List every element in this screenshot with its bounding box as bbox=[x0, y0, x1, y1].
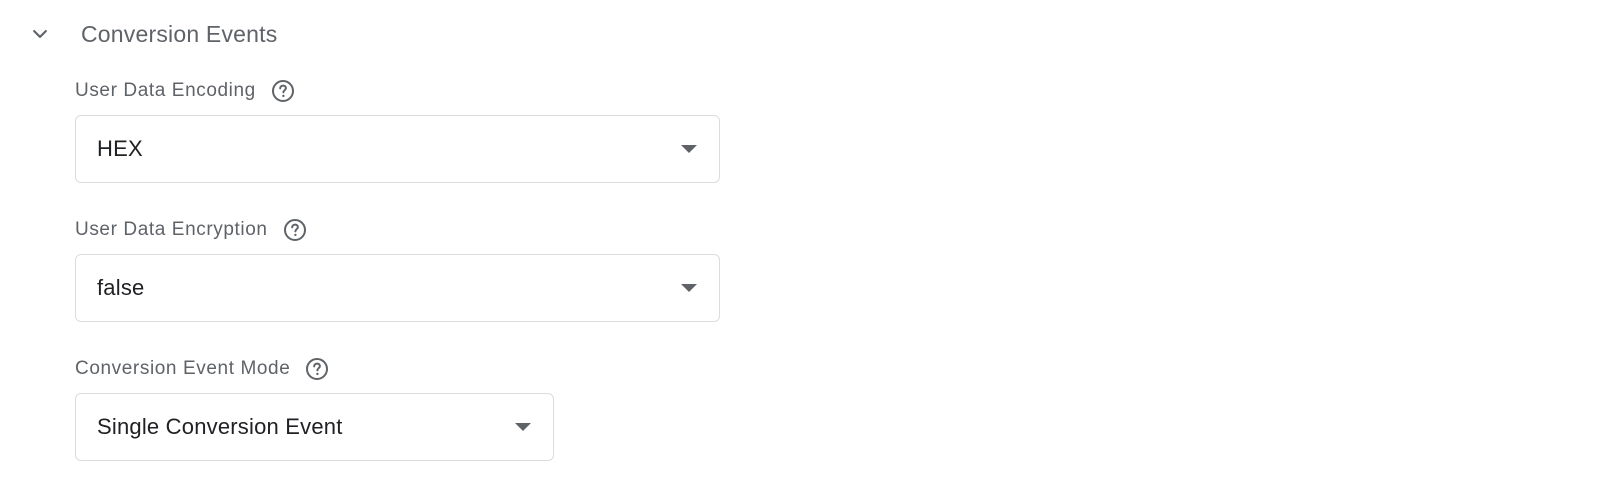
user-data-encryption-value: false bbox=[97, 275, 145, 300]
conversion-event-mode-select[interactable]: Single Conversion Event bbox=[75, 393, 554, 461]
user-data-encoding-field: User Data Encoding HEX bbox=[75, 76, 720, 183]
caret-down-icon bbox=[515, 423, 531, 431]
user-data-encryption-field: User Data Encryption false bbox=[75, 215, 720, 322]
conversion-event-mode-value: Single Conversion Event bbox=[97, 414, 343, 439]
help-icon[interactable] bbox=[282, 217, 308, 243]
help-icon[interactable] bbox=[304, 356, 330, 382]
conversion-event-mode-label: Conversion Event Mode bbox=[75, 358, 291, 379]
section-title: Conversion Events bbox=[81, 20, 278, 47]
help-icon[interactable] bbox=[270, 78, 296, 104]
user-data-encoding-select[interactable]: HEX bbox=[75, 115, 720, 183]
user-data-encryption-label: User Data Encryption bbox=[75, 219, 268, 240]
chevron-down-icon[interactable] bbox=[26, 20, 54, 48]
user-data-encoding-value: HEX bbox=[97, 136, 143, 161]
conversion-event-mode-field: Conversion Event Mode Single Conversion … bbox=[75, 354, 554, 461]
caret-down-icon bbox=[681, 145, 697, 153]
section-header-conversion-events[interactable]: Conversion Events bbox=[26, 14, 277, 54]
caret-down-icon bbox=[681, 284, 697, 292]
user-data-encryption-select[interactable]: false bbox=[75, 254, 720, 322]
user-data-encoding-label: User Data Encoding bbox=[75, 80, 256, 101]
